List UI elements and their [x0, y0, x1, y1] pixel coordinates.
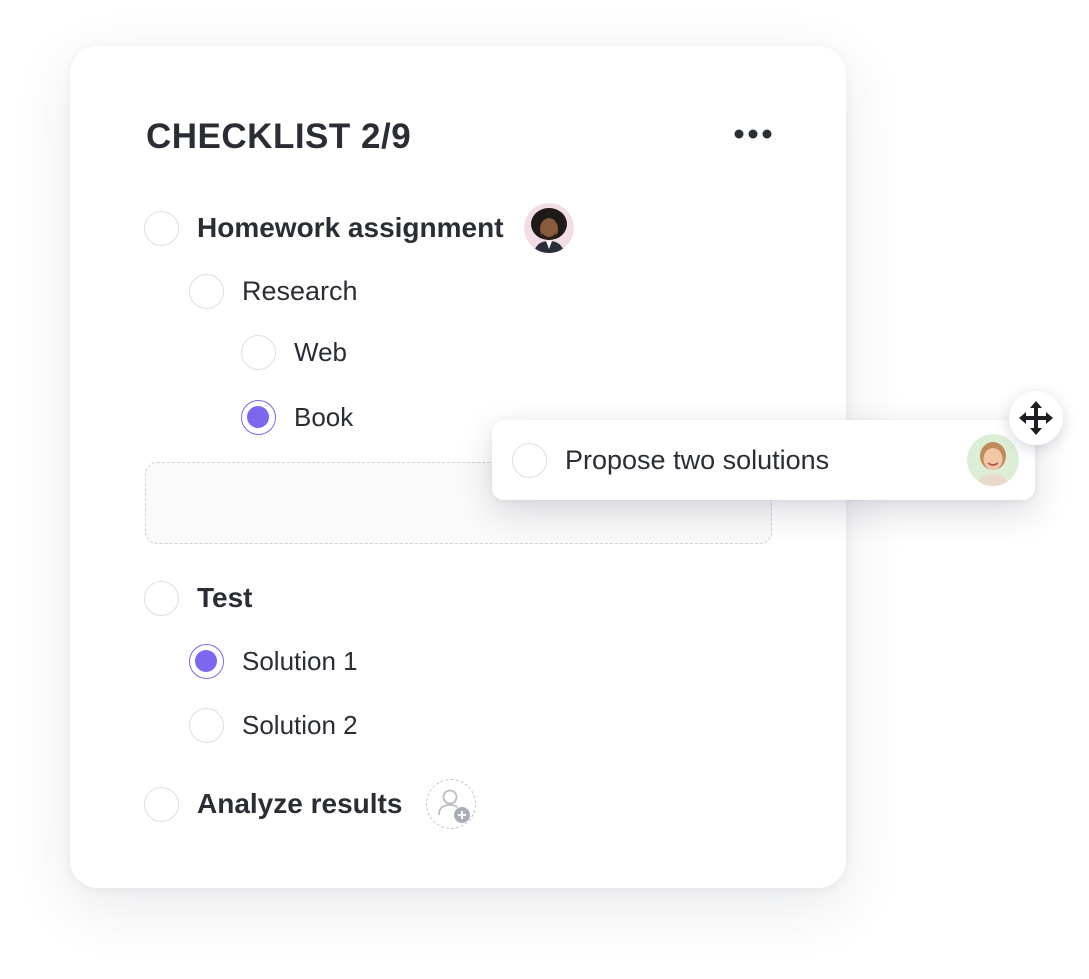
item-label: Solution 2: [242, 709, 358, 740]
checkbox-checked[interactable]: [241, 399, 276, 435]
item-label: Solution 1: [242, 645, 358, 676]
add-assignee-button[interactable]: [426, 779, 477, 829]
add-user-icon: [438, 789, 470, 823]
item-label: Web: [294, 336, 347, 367]
item-label: Analyze results: [197, 788, 403, 819]
checklist-item-analyze-results: Analyze results: [144, 776, 477, 832]
move-handle[interactable]: [1009, 391, 1063, 445]
assignee-avatar[interactable]: [523, 203, 574, 253]
item-label: Propose two solutions: [565, 444, 830, 475]
checklist-item-book: Book: [241, 395, 353, 439]
checkbox[interactable]: [512, 442, 547, 478]
checklist-item-solution-1: Solution 1: [189, 639, 358, 683]
assignee-avatar[interactable]: [967, 434, 1019, 486]
item-label: Test: [197, 582, 253, 613]
more-options-button[interactable]: [728, 118, 778, 148]
checklist-title: CHECKLIST 2/9: [146, 117, 412, 156]
checklist-item-test: Test: [144, 576, 253, 620]
checkbox-checked[interactable]: [189, 643, 224, 679]
checkbox[interactable]: [144, 210, 179, 246]
stage: CHECKLIST 2/9 Homework assignment Resear…: [0, 0, 1089, 979]
item-label: Book: [294, 401, 354, 432]
checklist-item-web: Web: [241, 330, 347, 374]
checkbox[interactable]: [144, 786, 179, 822]
checkbox[interactable]: [189, 707, 224, 743]
checklist-item-solution-2: Solution 2: [189, 703, 358, 747]
checklist-item-homework: Homework assignment: [144, 203, 574, 253]
checkbox[interactable]: [144, 580, 179, 616]
more-horizontal-icon: [734, 129, 772, 139]
move-arrows-icon: [1019, 401, 1053, 435]
checklist-item-research: Research: [189, 269, 358, 313]
item-label: Research: [242, 275, 358, 306]
dragging-checklist-item[interactable]: Propose two solutions: [492, 420, 1035, 500]
item-label: Homework assignment: [197, 212, 504, 243]
checkbox[interactable]: [241, 334, 276, 370]
checkbox[interactable]: [189, 273, 224, 309]
